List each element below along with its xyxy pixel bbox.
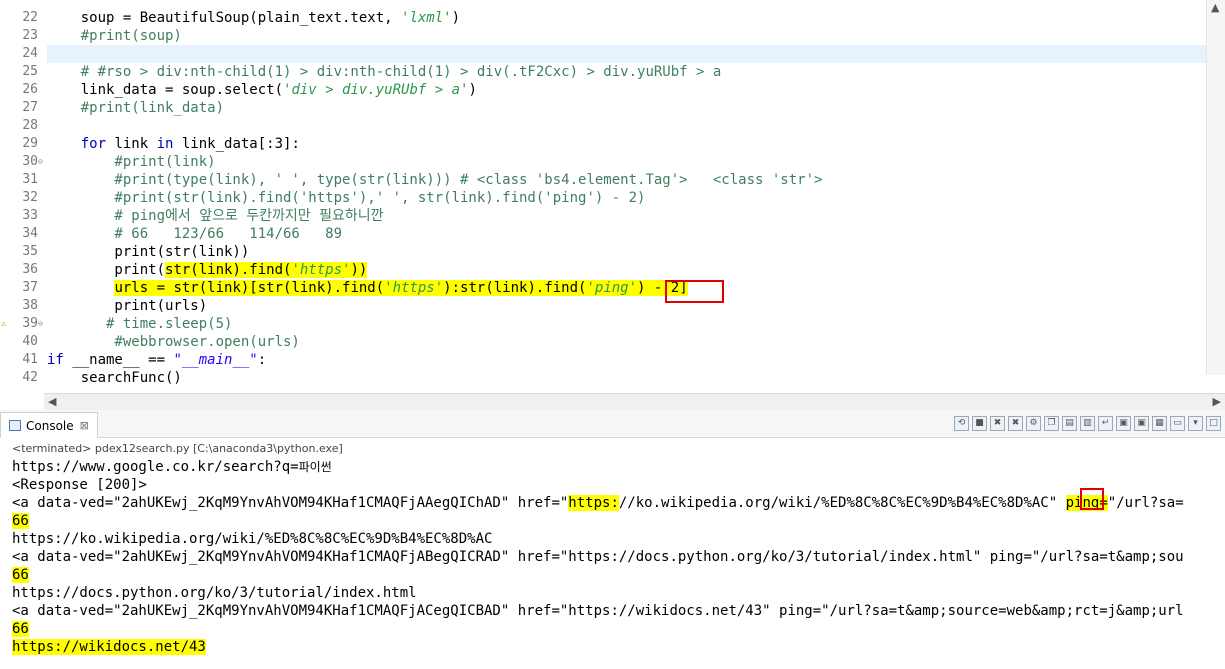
line-number: 24 <box>22 46 38 61</box>
code-line: print(str(link).find('https')) <box>47 262 368 278</box>
code-line: soup = BeautifulSoup(plain_text.text, 'l… <box>47 10 461 26</box>
code-line <box>47 45 1222 63</box>
line-number: 28 <box>22 118 38 133</box>
open-console-icon[interactable]: ▾ <box>1188 416 1203 431</box>
code-line: # ping에서 앞으로 두칸까지만 필요하니깐 <box>47 208 384 224</box>
code-line: print(urls) <box>47 298 208 314</box>
fold-collapse-icon[interactable]: ⊖ <box>38 315 46 333</box>
clear-icon[interactable]: ▤ <box>1062 416 1077 431</box>
code-line: link_data = soup.select('div > div.yuRUb… <box>47 82 477 98</box>
remove-launch-icon[interactable]: ✖ <box>990 416 1005 431</box>
code-line: print(str(link)) <box>47 244 250 260</box>
close-icon[interactable]: ⊠ <box>80 419 89 432</box>
line-number: 23 <box>22 28 38 43</box>
editor-horizontal-scrollbar[interactable]: ◀ ▶ <box>44 393 1225 410</box>
annotation-box-quote <box>1080 488 1104 510</box>
line-number: 32 <box>22 190 38 205</box>
console-icon <box>9 420 21 431</box>
line-number: 22 <box>22 10 38 25</box>
line-number: 35 <box>22 244 38 259</box>
tab-console-label: Console <box>26 418 74 433</box>
console-output-line: https://ko.wikipedia.org/wiki/%ED%8C%8C%… <box>12 531 493 547</box>
console-output-line: <a data-ved="2ahUKEwj_2KqM9YnvAhVOM94KHa… <box>12 549 1184 565</box>
line-number: 33 <box>22 208 38 223</box>
display-console-icon[interactable]: ▭ <box>1170 416 1185 431</box>
line-number: 34 <box>22 226 38 241</box>
show-stdout-icon[interactable]: ▣ <box>1116 416 1131 431</box>
word-wrap-icon[interactable]: ↵ <box>1098 416 1113 431</box>
debug-icon[interactable]: ⚙ <box>1026 416 1041 431</box>
terminated-status: <terminated> pdex12search.py [C:\anacond… <box>12 442 343 455</box>
console-output-line: <a data-ved="2ahUKEwj_2KqM9YnvAhVOM94KHa… <box>12 603 1184 619</box>
warning-icon: ⚠ <box>1 319 7 329</box>
console-output-line: 66 <box>12 567 29 583</box>
code-line: #print(link) <box>47 154 216 170</box>
annotation-box-minus-two <box>665 280 724 303</box>
code-line: urls = str(link)[str(link).find('https')… <box>114 280 688 296</box>
remove-all-icon[interactable]: ✖ <box>1008 416 1023 431</box>
line-number: 36 <box>22 262 38 277</box>
fold-collapse-icon[interactable]: ⊖ <box>38 153 46 171</box>
line-number: 26 <box>22 82 38 97</box>
code-line: #webbrowser.open(urls) <box>47 334 300 350</box>
console-output-line: https://wikidocs.net/43 <box>12 639 206 655</box>
copy-icon[interactable]: ❐ <box>1044 416 1059 431</box>
line-number: 42 <box>22 370 38 385</box>
line-number-gutter: 22 23 24 25 26 27 28 29 30 31 32 33 34 35 36 37 38 39 40 41… <box>0 0 44 393</box>
scroll-lock-icon[interactable]: ▥ <box>1080 416 1095 431</box>
console-output-line: 66 <box>12 621 29 637</box>
line-number: 41 <box>22 352 38 367</box>
code-line: #print(str(link).find('https'),' ', str(… <box>47 190 646 206</box>
line-number: 25 <box>22 64 38 79</box>
console-output-line: 66 <box>12 513 29 529</box>
console-view[interactable]: Console ⊠ ⟲ ■ ✖ ✖ ⚙ ❐ ▤ ▥ ↵ ▣ ▣ ▦ ▭ ▾ □ … <box>0 410 1225 669</box>
console-output-line: https://docs.python.org/ko/3/tutorial/in… <box>12 585 417 601</box>
console-tab-bar: Console ⊠ ⟲ ■ ✖ ✖ ⚙ ❐ ▤ ▥ ↵ ▣ ▣ ▦ ▭ ▾ □ <box>0 410 1225 438</box>
show-stderr-icon[interactable]: ▣ <box>1134 416 1149 431</box>
scroll-up-icon[interactable]: ▲ <box>1211 0 1219 16</box>
line-number: 27 <box>22 100 38 115</box>
stop-icon[interactable]: ■ <box>972 416 987 431</box>
scroll-right-icon[interactable]: ▶ <box>1213 394 1221 410</box>
line-number: 37 <box>22 280 38 295</box>
line-number: 30 <box>22 154 38 169</box>
console-output-line: <Response [200]> <box>12 477 147 493</box>
line-number: 38 <box>22 298 38 313</box>
code-line: for link in link_data[:3]: <box>80 136 300 152</box>
line-number: 31 <box>22 172 38 187</box>
code-editor[interactable]: 22 23 24 25 26 27 28 29 30 31 32 33 34 35 36 37 38 39 40 41… <box>0 0 1225 410</box>
line-number: 40 <box>22 334 38 349</box>
pin-console-icon[interactable]: ▦ <box>1152 416 1167 431</box>
pin-icon[interactable]: ⟲ <box>954 416 969 431</box>
code-line: # 66 123/66 114/66 89 <box>47 226 343 242</box>
code-line: # #rso > div:nth-child(1) > div:nth-chil… <box>47 64 722 80</box>
code-line: #print(soup) <box>47 28 182 44</box>
code-line: #print(type(link), ' ', type(str(link)))… <box>47 172 823 188</box>
console-toolbar: ⟲ ■ ✖ ✖ ⚙ ❐ ▤ ▥ ↵ ▣ ▣ ▦ ▭ ▾ □ <box>954 416 1221 431</box>
line-number: 29 <box>22 136 38 151</box>
code-line: if __name__ == "__main__": <box>47 352 267 368</box>
code-line: # time.sleep(5) <box>47 316 233 332</box>
code-line: searchFunc() <box>47 370 182 386</box>
scroll-left-icon[interactable]: ◀ <box>48 394 56 410</box>
console-output-line: <a data-ved="2ahUKEwj_2KqM9YnvAhVOM94KHa… <box>12 495 1184 511</box>
editor-vertical-scrollbar[interactable]: ▲ <box>1206 0 1225 375</box>
tab-console[interactable]: Console ⊠ <box>0 412 98 438</box>
new-console-icon[interactable]: □ <box>1206 416 1221 431</box>
code-line: #print(link_data) <box>47 100 225 116</box>
console-output-line: https://www.google.co.kr/search?q=파이썬 <box>12 459 332 475</box>
